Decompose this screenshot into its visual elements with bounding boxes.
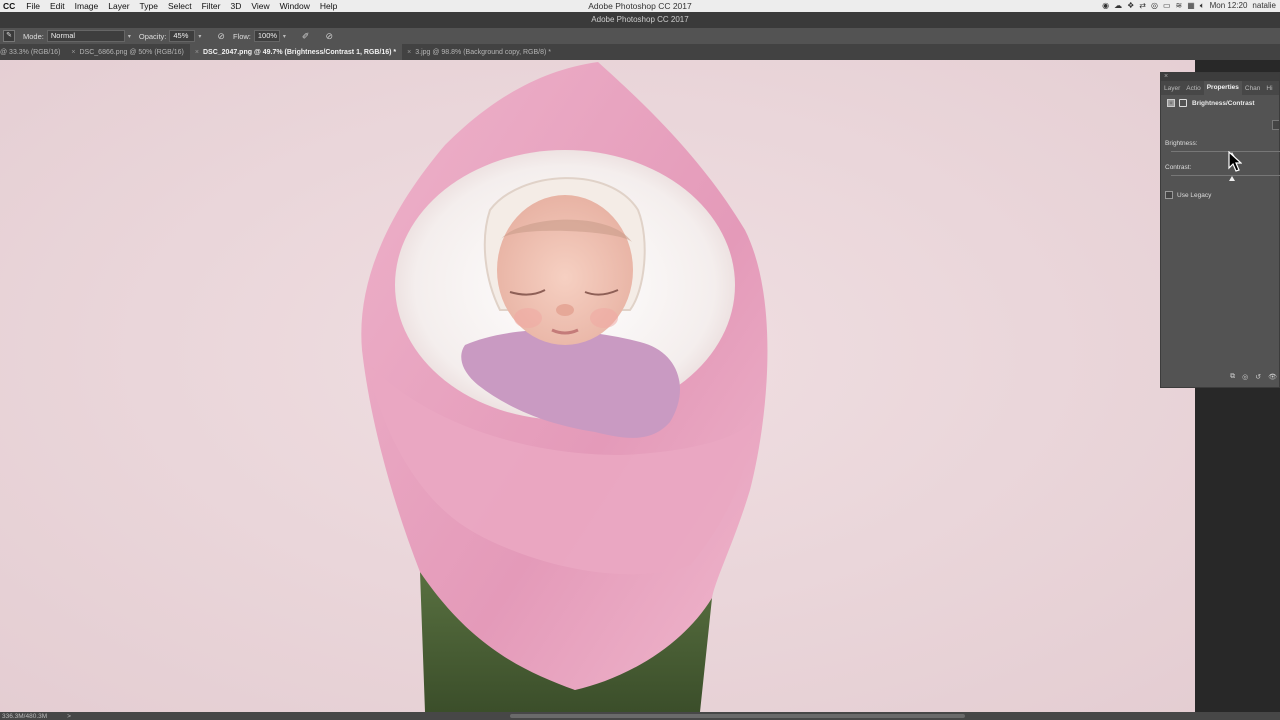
status-icons: ◉ ☁ ❖ ⇄ ◎ ▭ ≋ ▦ 🔈︎ Mon 12:20 natalie: [1102, 0, 1276, 12]
record-icon[interactable]: ◉: [1102, 0, 1109, 12]
creative-cloud-icon[interactable]: ☁: [1114, 0, 1122, 12]
tab-document-4[interactable]: × 3.jpg @ 98.8% (Background copy, RGB/8)…: [402, 44, 557, 60]
panel-header[interactable]: ×: [1161, 73, 1279, 81]
panel-tabs: Layer Actio Properties Chan Hi: [1161, 81, 1279, 95]
user-name[interactable]: natalie: [1252, 0, 1276, 12]
contrast-label: Contrast:: [1165, 164, 1192, 171]
mode-select[interactable]: Normal: [46, 30, 125, 42]
status-bar: 336.3M/480.3M >: [0, 712, 1280, 720]
close-icon[interactable]: ×: [195, 49, 199, 56]
menu-window[interactable]: Window: [275, 1, 315, 11]
menu-layer[interactable]: Layer: [103, 1, 134, 11]
use-legacy-label: Use Legacy: [1177, 191, 1212, 199]
mode-label: Mode:: [23, 31, 44, 41]
dropbox-icon[interactable]: ❖: [1127, 0, 1134, 12]
horizontal-scrollbar[interactable]: [510, 714, 965, 718]
tab-document-2[interactable]: × DSC_6866.png @ 50% (RGB/16): [66, 44, 189, 60]
tab-label: DSC_6866.png @ 50% (RGB/16): [79, 48, 184, 56]
pressure-opacity-icon[interactable]: ⊘: [217, 31, 225, 42]
menu-view[interactable]: View: [246, 1, 274, 11]
app-title-text: Adobe Photoshop CC 2017: [591, 15, 689, 24]
adjustment-header: ☼ Brightness/Contrast: [1161, 95, 1279, 111]
flag-icon[interactable]: ▦: [1187, 0, 1195, 12]
menu-edit[interactable]: Edit: [45, 1, 70, 11]
tab-label: @ 33.3% (RGB/16): [0, 48, 61, 56]
opacity-label: Opacity:: [138, 31, 167, 41]
brightness-slider[interactable]: [1171, 151, 1280, 152]
mask-icon[interactable]: [1179, 99, 1187, 107]
opacity-dropdown-icon[interactable]: ▾: [198, 33, 201, 40]
close-icon[interactable]: ×: [71, 49, 75, 56]
nose: [556, 304, 574, 316]
mouse-cursor-icon: [1228, 151, 1242, 172]
document-tabs: @ 33.3% (RGB/16) × DSC_6866.png @ 50% (R…: [0, 44, 1280, 60]
status-menu-arrow[interactable]: >: [67, 713, 71, 720]
brightness-label: Brightness:: [1165, 140, 1198, 147]
panel-footer: ⧉ ◎ ↺ 👁︎: [1230, 373, 1277, 381]
tab-document-1[interactable]: @ 33.3% (RGB/16): [0, 44, 66, 60]
opacity-field[interactable]: 45%: [169, 30, 196, 42]
adjustment-title: Brightness/Contrast: [1192, 99, 1255, 107]
document-canvas[interactable]: [0, 60, 1195, 712]
pressure-size-icon[interactable]: ⊘: [325, 31, 333, 42]
flow-label: Flow:: [232, 31, 251, 41]
close-icon[interactable]: ×: [1164, 73, 1168, 81]
contrast-slider-thumb[interactable]: [1229, 176, 1235, 181]
tab-label: DSC_2047.png @ 49.7% (Brightness/Contras…: [202, 48, 397, 56]
menu-file[interactable]: File: [21, 1, 45, 11]
close-icon[interactable]: ×: [407, 49, 411, 56]
options-bar: ✎ Mode: Normal ▾ Opacity: 45% ▾ ⊘ Flow: …: [0, 28, 1280, 44]
newborn-photo: [0, 60, 1195, 712]
mode-dropdown-icon[interactable]: ▾: [128, 33, 131, 40]
menu-filter[interactable]: Filter: [197, 1, 226, 11]
properties-panel: × Layer Actio Properties Chan Hi ☼ Brigh…: [1160, 72, 1280, 388]
menu-3d[interactable]: 3D: [225, 1, 246, 11]
wifi-icon[interactable]: ≋: [1176, 0, 1183, 12]
menu-image[interactable]: Image: [70, 1, 104, 11]
tab-actions[interactable]: Actio: [1183, 85, 1203, 92]
tab-label: 3.jpg @ 98.8% (Background copy, RGB/8) *: [415, 48, 551, 56]
use-legacy-checkbox[interactable]: [1165, 191, 1173, 199]
tab-channels[interactable]: Chan: [1242, 85, 1264, 92]
browser-icon[interactable]: ◎: [1151, 0, 1158, 12]
left-cheek: [514, 308, 542, 328]
contrast-slider[interactable]: [1171, 175, 1280, 176]
clock-text[interactable]: Mon 12:20: [1210, 0, 1248, 12]
document-size[interactable]: 336.3M/480.3M: [2, 713, 47, 720]
tab-layers[interactable]: Layer: [1161, 85, 1183, 92]
airbrush-icon[interactable]: ✐: [302, 31, 310, 42]
menu-type[interactable]: Type: [135, 1, 163, 11]
visibility-icon[interactable]: 👁︎: [1268, 373, 1277, 381]
brightness-contrast-icon: ☼: [1167, 99, 1175, 107]
volume-icon[interactable]: 🔈︎: [1200, 0, 1205, 12]
view-previous-icon[interactable]: ◎: [1242, 373, 1248, 381]
app-menu[interactable]: CC: [0, 1, 21, 11]
tab-properties[interactable]: Properties: [1203, 81, 1242, 95]
menu-select[interactable]: Select: [163, 1, 197, 11]
flow-field[interactable]: 100%: [253, 30, 280, 42]
tab-document-3[interactable]: × DSC_2047.png @ 49.7% (Brightness/Contr…: [189, 44, 403, 60]
brush-tool-icon[interactable]: ✎: [3, 30, 15, 42]
auto-button[interactable]: [1272, 120, 1279, 130]
menu-help[interactable]: Help: [315, 1, 342, 11]
clip-to-layer-icon[interactable]: ⧉: [1230, 373, 1235, 381]
right-cheek: [590, 308, 618, 328]
tab-history[interactable]: Hi: [1263, 85, 1275, 92]
display-icon[interactable]: ▭: [1163, 0, 1171, 12]
flow-dropdown-icon[interactable]: ▾: [283, 33, 286, 40]
menu-bar: CC File Edit Image Layer Type Select Fil…: [0, 0, 1280, 12]
sync-icon[interactable]: ⇄: [1139, 0, 1146, 12]
use-legacy-option[interactable]: Use Legacy: [1165, 191, 1211, 199]
reset-icon[interactable]: ↺: [1255, 373, 1261, 381]
